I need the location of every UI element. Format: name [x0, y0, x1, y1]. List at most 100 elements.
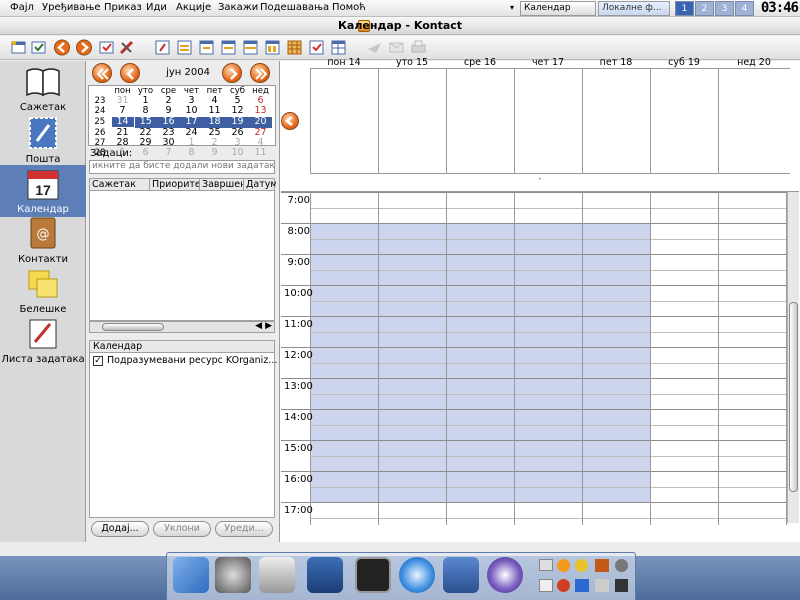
system-tools-icon[interactable]	[259, 557, 295, 593]
column-complete[interactable]: Завршен	[200, 179, 244, 191]
menu-settings[interactable]: Подешавања	[260, 2, 329, 13]
sidebar-item-calendar[interactable]: 17 Календар	[0, 165, 86, 217]
go-forward-icon[interactable]	[75, 39, 93, 56]
day-cell[interactable]: 13	[249, 106, 272, 117]
scrollbar-thumb[interactable]	[102, 323, 164, 331]
day-header[interactable]: уто 15	[378, 57, 446, 69]
menu-help[interactable]: Помоћ	[332, 2, 366, 13]
day-cell[interactable]: 8	[134, 106, 157, 117]
column-priority[interactable]: Приорите	[150, 179, 200, 191]
mail-icon[interactable]	[388, 39, 406, 56]
chat-icon[interactable]	[487, 557, 523, 593]
day-view-icon[interactable]	[198, 39, 216, 56]
day-cell[interactable]: 9	[157, 106, 180, 117]
week-number[interactable]: 23	[89, 96, 111, 106]
go-back-icon[interactable]	[53, 39, 71, 56]
menu-actions[interactable]: Акције	[176, 2, 211, 13]
list-view-icon[interactable]	[176, 39, 194, 56]
send-icon[interactable]	[366, 39, 384, 56]
day-cell-selected[interactable]: 20	[249, 116, 272, 128]
month-view-icon[interactable]	[286, 39, 304, 56]
menu-view[interactable]: Приказ	[104, 2, 142, 13]
sidebar-item-summary[interactable]: Сажетак	[0, 63, 86, 115]
taskbar-task-calendar[interactable]: Календар	[520, 1, 596, 16]
download-icon[interactable]	[615, 559, 628, 572]
tasks-horizontal-scrollbar[interactable]: ◀ ▶	[89, 321, 275, 333]
power-icon[interactable]	[557, 579, 570, 592]
search-magnifier-icon[interactable]	[215, 557, 251, 593]
new-event-icon[interactable]	[10, 39, 28, 56]
whats-next-view-icon[interactable]	[154, 39, 172, 56]
day-header[interactable]: сре 16	[446, 57, 514, 69]
volume-icon[interactable]	[615, 579, 628, 592]
day-cell[interactable]: 8	[180, 148, 203, 158]
day-cell-selected[interactable]: 15	[134, 116, 157, 128]
journal-view-icon[interactable]	[330, 39, 348, 56]
edit-resource-button[interactable]: Уреди...	[215, 521, 273, 537]
agenda-vertical-scrollbar[interactable]	[787, 192, 799, 523]
desktop-3-button[interactable]: 3	[715, 1, 734, 16]
clock[interactable]: 03:46	[761, 0, 799, 16]
sidebar-item-notes[interactable]: Белешке	[0, 265, 86, 317]
day-cell[interactable]: 6	[134, 148, 157, 158]
day-header[interactable]: чет 17	[514, 57, 582, 69]
column-date[interactable]: Датум	[244, 179, 276, 191]
smiley-icon[interactable]	[575, 559, 588, 572]
week-number[interactable]: 26	[89, 128, 111, 139]
resource-label[interactable]: Подразумевани ресурс KOrganiz...	[107, 355, 277, 366]
todo-view-icon[interactable]	[308, 39, 326, 56]
day-header[interactable]: нед 20	[718, 57, 790, 69]
finder-icon[interactable]	[173, 557, 209, 593]
prev-month-button[interactable]	[120, 63, 140, 83]
day-cell[interactable]: 12	[226, 106, 249, 117]
week-number[interactable]: 24	[89, 106, 111, 117]
menu-edit[interactable]: Уређивање	[42, 2, 101, 13]
remove-resource-button[interactable]: Уклони	[153, 521, 211, 537]
go-today-icon[interactable]	[98, 39, 116, 56]
day-cell[interactable]: 11	[203, 106, 226, 117]
taskbar-task-local-folders[interactable]: Локалне ф...	[598, 1, 670, 16]
day-cell-selected[interactable]: 18	[203, 116, 226, 128]
day-cell-selected[interactable]: 17	[180, 116, 203, 128]
week-number[interactable]: 27	[89, 138, 111, 148]
time-grid[interactable]: 7:00 8:00 9:00 10:00 11:00 12:00 13:00 1…	[281, 191, 799, 525]
taskbar-arrow-icon[interactable]: ▾	[510, 3, 514, 12]
desktop-icon[interactable]	[595, 579, 609, 592]
print-icon[interactable]	[410, 39, 428, 56]
day-cell[interactable]: 11	[249, 148, 272, 158]
resource-checkbox[interactable]: ✓	[93, 356, 103, 366]
clipboard-icon[interactable]	[539, 579, 553, 592]
day-header[interactable]: пон 14	[310, 57, 378, 69]
day-cell[interactable]: 9	[203, 148, 226, 158]
sidebar-item-mail[interactable]: Пошта	[0, 115, 86, 167]
terminal-icon[interactable]	[355, 557, 391, 593]
next-days-view-icon[interactable]	[264, 39, 282, 56]
sidebar-item-contacts[interactable]: @ Контакти	[0, 215, 86, 267]
day-header[interactable]: суб 19	[650, 57, 718, 69]
week-number[interactable]: 25	[89, 116, 111, 128]
scrollbar-thumb[interactable]	[789, 302, 798, 492]
menu-go[interactable]: Иди	[146, 2, 167, 13]
new-todo-icon[interactable]	[30, 39, 48, 56]
day-cell-selected[interactable]: 16	[157, 116, 180, 128]
mail-stamp-dock-icon[interactable]	[443, 557, 479, 593]
column-summary[interactable]: Сажетак	[90, 179, 150, 191]
prev-year-button[interactable]	[92, 63, 112, 83]
all-day-area[interactable]	[310, 69, 790, 174]
resources-header[interactable]: Календар	[89, 340, 275, 353]
desktop-4-button[interactable]: 4	[735, 1, 754, 16]
day-cell[interactable]: 10	[180, 106, 203, 117]
splitter-handle[interactable]: •	[538, 176, 542, 183]
menu-schedule[interactable]: Закажи	[218, 2, 258, 13]
add-resource-button[interactable]: Додај...	[91, 521, 149, 537]
work-week-view-icon[interactable]	[220, 39, 238, 56]
desktop-1-button[interactable]: 1	[675, 1, 694, 16]
month-label[interactable]: јун 2004	[148, 67, 228, 78]
scroll-right-icon[interactable]: ▶	[265, 321, 272, 331]
quick-add-task-input[interactable]: икните да бисте додали нови задатак	[89, 160, 275, 174]
wallet-icon[interactable]	[595, 559, 609, 572]
day-header[interactable]: пет 18	[582, 57, 650, 69]
keyboard-layout-icon[interactable]	[539, 559, 553, 571]
menu-file[interactable]: Фајл	[10, 2, 34, 13]
tools-icon[interactable]	[118, 39, 136, 56]
